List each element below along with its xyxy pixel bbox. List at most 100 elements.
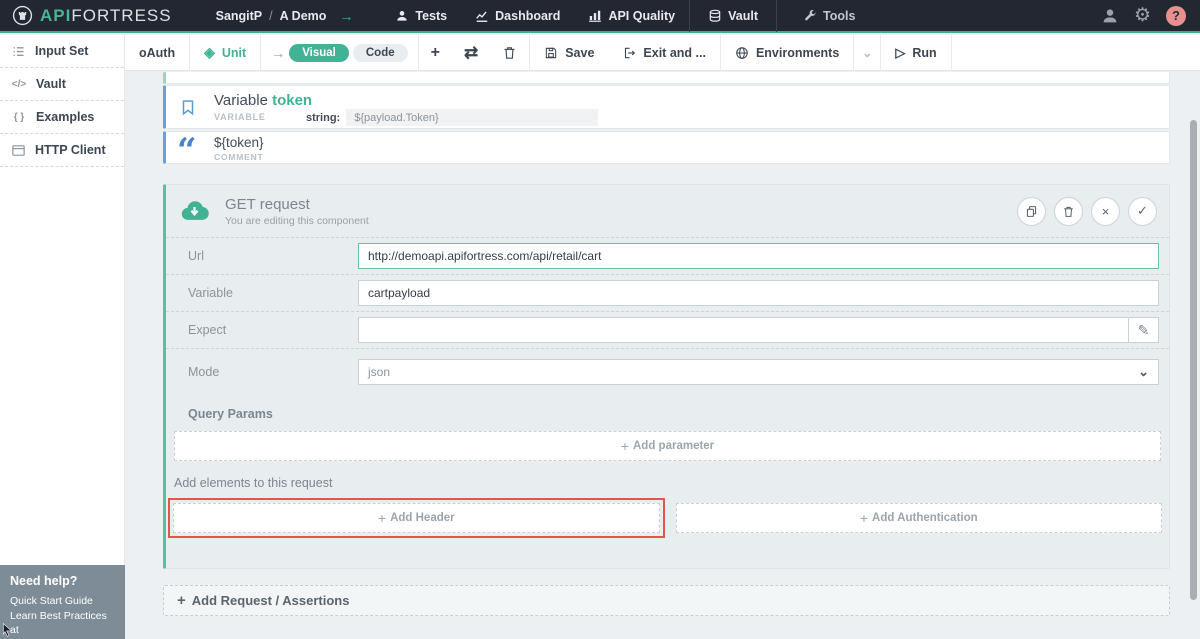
line-chart-icon — [475, 9, 489, 23]
arrow-right-icon[interactable]: → — [339, 8, 353, 24]
environments-button[interactable]: Environments — [721, 35, 853, 70]
header-nav: Tests Dashboard API Quality Vault Tools — [381, 0, 869, 32]
expect-field-row: Expect ✎ — [166, 312, 1169, 349]
delete-button[interactable] — [1054, 197, 1083, 226]
comment-component[interactable]: “ ${token} COMMENT — [163, 131, 1170, 164]
add-authentication-button[interactable]: + Add Authentication — [676, 503, 1163, 533]
sidebar-item-vault[interactable]: </> Vault — [0, 68, 124, 101]
gear-icon[interactable]: ⚙ — [1134, 6, 1151, 25]
check-icon: ✓ — [1137, 203, 1148, 219]
user-avatar-icon[interactable] — [1101, 7, 1119, 25]
environments-chevron-icon[interactable]: ⌄ — [853, 35, 880, 70]
logo-fortress-text: FORTRESS — [71, 6, 171, 25]
variable-component-type: VARIABLE — [214, 112, 266, 122]
exit-button[interactable]: Exit and ... — [608, 35, 720, 70]
request-title: GET request — [225, 196, 369, 213]
header-right-icons: ⚙ ? — [1101, 6, 1200, 26]
variable-string-param: string: ${payload.Token} — [306, 109, 598, 126]
nav-vault[interactable]: Vault — [689, 0, 777, 32]
quick-start-link[interactable]: Quick Start Guide — [10, 594, 115, 609]
breadcrumb[interactable]: SangitP / A Demo → — [216, 8, 354, 24]
add-header-highlight: + Add Header — [168, 498, 665, 538]
variable-component[interactable]: Variable token VARIABLE string: ${payloa… — [163, 85, 1170, 129]
variable-input[interactable] — [358, 280, 1159, 306]
apifortress-app: APIFORTRESS SangitP / A Demo → Tests Das… — [0, 0, 1200, 639]
logo[interactable]: APIFORTRESS — [0, 5, 186, 26]
expect-input[interactable] — [358, 317, 1129, 343]
plus-icon: + — [378, 510, 386, 526]
nav-dashboard[interactable]: Dashboard — [461, 0, 574, 32]
mode-select[interactable]: json ⌄ — [358, 359, 1159, 385]
breadcrumb-project: A Demo — [280, 9, 327, 23]
expect-field-label: Expect — [166, 323, 358, 337]
sidebar-item-examples[interactable]: { } Examples — [0, 101, 124, 134]
confirm-edit-button[interactable]: ✓ — [1128, 197, 1157, 226]
partial-component-above[interactable] — [163, 72, 1170, 84]
duplicate-button[interactable] — [1017, 197, 1046, 226]
best-practices-link-line1[interactable]: Learn Best Practices at — [10, 609, 115, 638]
exit-icon — [622, 46, 636, 60]
pencil-icon[interactable]: ✎ — [1129, 317, 1159, 343]
comment-text: ${token} — [214, 135, 264, 150]
sidebar-item-input-set[interactable]: Input Set — [0, 35, 124, 68]
add-elements-heading: Add elements to this request — [174, 476, 1169, 490]
reorder-icon[interactable]: ⇄ — [452, 35, 490, 70]
request-subtitle: You are editing this component — [225, 215, 369, 227]
vertical-scrollbar[interactable] — [1190, 120, 1197, 600]
left-sidebar: Input Set </> Vault { } Examples HTTP Cl… — [0, 35, 125, 639]
nav-api-quality[interactable]: API Quality — [574, 0, 689, 32]
unit-icon: ◈ — [204, 44, 215, 61]
sidebar-item-http-client[interactable]: HTTP Client — [0, 134, 124, 167]
copy-icon — [1025, 205, 1038, 218]
close-icon: × — [1102, 204, 1110, 219]
nav-tests[interactable]: Tests — [381, 0, 461, 32]
add-request-assertions-button[interactable]: + Add Request / Assertions — [163, 585, 1170, 616]
trash-icon[interactable] — [490, 35, 529, 70]
bar-chart-icon — [588, 9, 602, 23]
trash-icon — [1062, 205, 1075, 218]
unit-tab[interactable]: ◈ Unit — [190, 35, 260, 70]
query-params-heading: Query Params — [188, 407, 1169, 421]
cancel-edit-button[interactable]: × — [1091, 197, 1120, 226]
variable-component-title: Variable token — [214, 92, 312, 109]
list-icon — [11, 44, 26, 59]
wrench-icon — [803, 9, 817, 23]
string-param-label: string: — [306, 112, 340, 124]
need-help-title: Need help? — [10, 574, 115, 588]
run-button[interactable]: ▷ Run — [881, 35, 950, 70]
logo-api-text: API — [40, 6, 71, 25]
test-name-tab[interactable]: oAuth — [125, 35, 189, 70]
bookmark-icon — [179, 98, 197, 117]
plus-icon: + — [621, 438, 629, 454]
help-icon[interactable]: ? — [1166, 6, 1186, 26]
save-icon — [544, 46, 558, 60]
need-help-panel: Need help? Quick Start Guide Learn Best … — [0, 565, 125, 639]
toolbar-separator — [951, 35, 952, 70]
arrow-right-icon: → — [261, 45, 289, 61]
mouse-cursor — [1, 621, 15, 639]
visual-mode-toggle[interactable]: Visual — [289, 44, 349, 62]
add-parameter-button[interactable]: + Add parameter — [174, 431, 1161, 461]
mode-field-row: Mode json ⌄ — [166, 349, 1169, 394]
top-header: APIFORTRESS SangitP / A Demo → Tests Das… — [0, 0, 1200, 33]
globe-icon — [735, 46, 749, 60]
database-icon — [708, 9, 722, 23]
nav-tools[interactable]: Tools — [777, 0, 869, 32]
run-icon: ▷ — [895, 45, 905, 61]
add-header-button[interactable]: + Add Header — [173, 503, 660, 533]
url-input[interactable] — [358, 243, 1159, 269]
request-add-buttons-row: + Add Header + Add Authentication — [168, 498, 1167, 538]
save-button[interactable]: Save — [530, 35, 608, 70]
browser-window-icon — [11, 143, 26, 158]
url-field-label: Url — [166, 249, 358, 263]
chevron-down-icon: ⌄ — [1138, 369, 1149, 374]
add-component-button[interactable]: + — [419, 35, 452, 70]
code-mode-toggle[interactable]: Code — [353, 44, 408, 62]
variable-field-label: Variable — [166, 286, 358, 300]
breadcrumb-separator: / — [269, 9, 272, 23]
breadcrumb-user: SangitP — [216, 9, 263, 23]
request-header: GET request You are editing this compone… — [166, 185, 1169, 238]
string-param-value: ${payload.Token} — [346, 109, 598, 126]
mode-select-value: json — [368, 365, 390, 379]
braces-icon: { } — [11, 112, 27, 123]
